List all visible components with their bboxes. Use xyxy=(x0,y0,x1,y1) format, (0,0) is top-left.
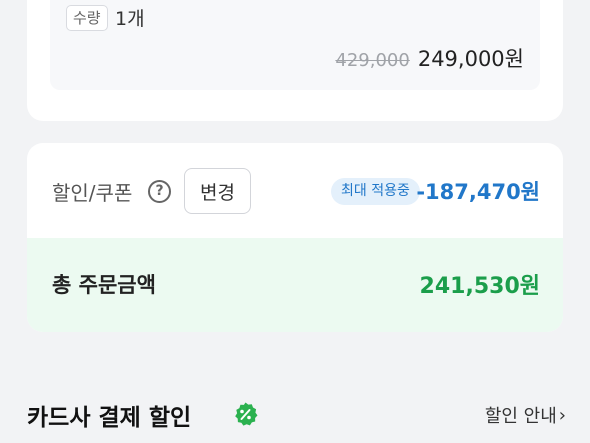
price-row: 429,000 249,000원 xyxy=(335,43,524,73)
help-icon[interactable]: ? xyxy=(148,180,171,203)
sale-price: 249,000원 xyxy=(417,47,524,71)
discount-summary-card: 할인/쿠폰 ? 변경 최대 적용중 -187,470원 총 주문금액 241,5… xyxy=(27,143,563,332)
chevron-right-icon: › xyxy=(558,404,566,426)
coupon-label: 할인/쿠폰 xyxy=(52,181,133,205)
total-order-label: 총 주문금액 xyxy=(52,273,156,297)
discount-amount: -187,470원 xyxy=(416,180,540,204)
card-discount-title: 카드사 결제 할인 xyxy=(27,405,192,431)
product-summary-card: 수량 1개 429,000 249,000원 xyxy=(27,0,563,121)
total-order-amount: 241,530원 xyxy=(419,274,540,299)
product-detail-box: 수량 1개 429,000 249,000원 xyxy=(50,0,540,90)
discount-info-link[interactable]: 할인 안내 › xyxy=(485,402,566,428)
quantity-tag: 수량 xyxy=(66,5,108,31)
coupon-row: 할인/쿠폰 ? 변경 최대 적용중 -187,470원 xyxy=(27,143,563,238)
total-order-row: 총 주문금액 241,530원 xyxy=(27,238,563,332)
discount-info-label: 할인 안내 xyxy=(484,406,557,427)
percent-badge-icon xyxy=(235,402,258,426)
original-price: 429,000 xyxy=(335,50,410,71)
quantity-value: 1개 xyxy=(115,8,145,30)
max-applied-badge: 최대 적용중 xyxy=(331,178,420,205)
change-coupon-button[interactable]: 변경 xyxy=(184,168,251,214)
